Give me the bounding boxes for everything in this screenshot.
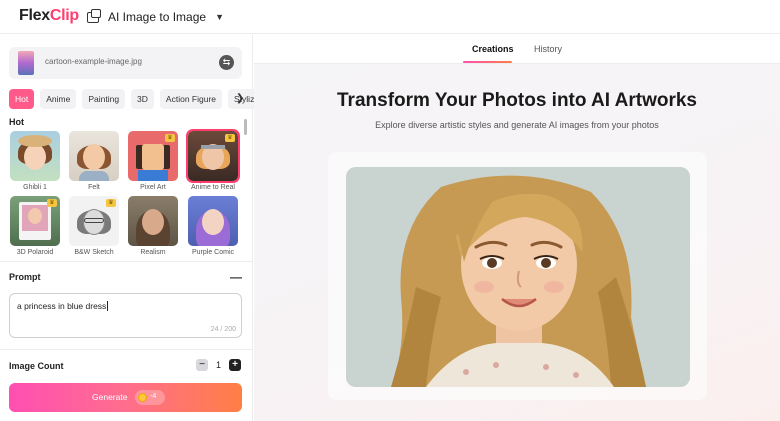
- tab-hot[interactable]: Hot: [9, 89, 35, 109]
- image-count-stepper: − 1 +: [196, 359, 242, 371]
- face-shape: [142, 209, 164, 235]
- tool-name: AI Image to Image: [108, 10, 207, 24]
- coin-icon: [138, 393, 147, 402]
- image-count-label: Image Count: [9, 361, 64, 371]
- uploaded-file[interactable]: cartoon-example-image.jpg ⇆: [9, 47, 242, 79]
- preview-image: [346, 167, 690, 387]
- tab-action-figure[interactable]: Action Figure: [159, 89, 223, 109]
- style-label: Anime to Real: [191, 184, 235, 191]
- settings-panel: cartoon-example-image.jpg ⇆ Hot Anime Pa…: [0, 35, 266, 421]
- image-stack-icon: [87, 8, 101, 23]
- result-panel: Creations History Transform Your Photos …: [254, 35, 780, 421]
- divider: [0, 261, 253, 262]
- face-shape: [202, 209, 224, 235]
- tab-anime[interactable]: Anime: [40, 89, 77, 109]
- chevron-down-icon: ▼: [215, 12, 224, 22]
- style-card-purple-comic[interactable]: Purple Comic: [188, 196, 238, 256]
- style-card-pixel-art[interactable]: ♛ Pixel Art: [128, 131, 178, 191]
- divider: [0, 349, 253, 350]
- premium-crown-icon: ♛: [106, 199, 116, 207]
- style-label: Ghibli 1: [23, 184, 47, 191]
- generate-button[interactable]: Generate -4: [9, 383, 242, 412]
- style-thumbnail: ♛: [128, 131, 178, 181]
- swap-icon: ⇆: [222, 57, 231, 67]
- style-thumbnail: [188, 196, 238, 246]
- active-tab-indicator: [463, 61, 512, 63]
- tab-history[interactable]: History: [534, 44, 562, 54]
- style-thumbnail: [69, 131, 119, 181]
- style-label: Realism: [140, 249, 166, 256]
- style-card-ghibli-1[interactable]: Ghibli 1: [10, 131, 60, 191]
- image-count-value: 1: [216, 360, 222, 370]
- style-label: Pixel Art: [140, 184, 166, 191]
- top-bar: FlexClip AI Image to Image ▼: [0, 0, 780, 34]
- credit-cost: -4: [150, 393, 157, 400]
- replace-image-button[interactable]: ⇆: [219, 55, 234, 70]
- style-card-3d-polaroid[interactable]: ♛ 3D Polaroid: [10, 196, 60, 256]
- style-thumbnail: ♛: [186, 129, 240, 183]
- style-thumbnail: [10, 131, 60, 181]
- style-category-tabs: Hot Anime Painting 3D Action Figure Styl…: [9, 89, 266, 109]
- premium-crown-icon: ♛: [225, 134, 235, 142]
- prompt-char-counter: 24 / 200: [210, 326, 236, 333]
- hero-subtitle: Explore diverse artistic styles and gene…: [375, 120, 659, 130]
- style-label: B&W Sketch: [74, 249, 114, 256]
- hero-title: Transform Your Photos into AI Artworks: [337, 90, 697, 111]
- premium-crown-icon: ♛: [47, 199, 57, 207]
- face-shape: [83, 144, 105, 170]
- prompt-textarea[interactable]: a princess in blue dress 24 / 200: [9, 293, 242, 338]
- style-card-felt[interactable]: Felt: [69, 131, 119, 191]
- portrait-illustration: [346, 167, 690, 387]
- tool-switcher[interactable]: AI Image to Image ▼: [87, 8, 224, 26]
- tab-3d[interactable]: 3D: [131, 89, 154, 109]
- tab-creations[interactable]: Creations: [472, 44, 514, 54]
- styles-scrollbar[interactable]: [244, 119, 247, 135]
- face-shape: [142, 144, 164, 170]
- collapse-prompt-icon[interactable]: —: [230, 270, 242, 284]
- style-thumbnail: [128, 196, 178, 246]
- prompt-label: Prompt: [9, 272, 41, 282]
- style-card-realism[interactable]: Realism: [128, 196, 178, 256]
- flexclip-logo[interactable]: FlexClip: [19, 7, 79, 25]
- result-tabs: Creations History: [254, 35, 780, 64]
- decrement-button[interactable]: −: [196, 359, 208, 371]
- increment-button[interactable]: +: [229, 359, 242, 371]
- logo-text-flex: Flex: [19, 7, 50, 24]
- generate-label: Generate: [92, 392, 128, 402]
- style-card-bw-sketch[interactable]: ♛ B&W Sketch: [69, 196, 119, 256]
- tab-painting[interactable]: Painting: [82, 89, 126, 109]
- style-label: 3D Polaroid: [16, 249, 54, 256]
- file-thumbnail: [18, 51, 34, 75]
- style-thumbnail: ♛: [10, 196, 60, 246]
- face-shape: [24, 144, 46, 170]
- premium-crown-icon: ♛: [165, 134, 175, 142]
- credit-cost-badge: -4: [135, 390, 165, 405]
- style-label: Purple Comic: [191, 249, 234, 256]
- face-shape: [28, 208, 42, 224]
- logo-text-clip: Clip: [49, 7, 79, 24]
- prompt-value: a princess in blue dress: [17, 301, 107, 311]
- chevron-right-icon[interactable]: ❯: [236, 93, 244, 104]
- style-label: Felt: [88, 184, 100, 191]
- preview-frame: [328, 152, 707, 400]
- style-card-anime-to-real[interactable]: ♛ Anime to Real: [186, 129, 240, 191]
- file-name: cartoon-example-image.jpg: [45, 57, 142, 66]
- styles-section-title: Hot: [9, 117, 24, 127]
- style-thumbnail: ♛: [69, 196, 119, 246]
